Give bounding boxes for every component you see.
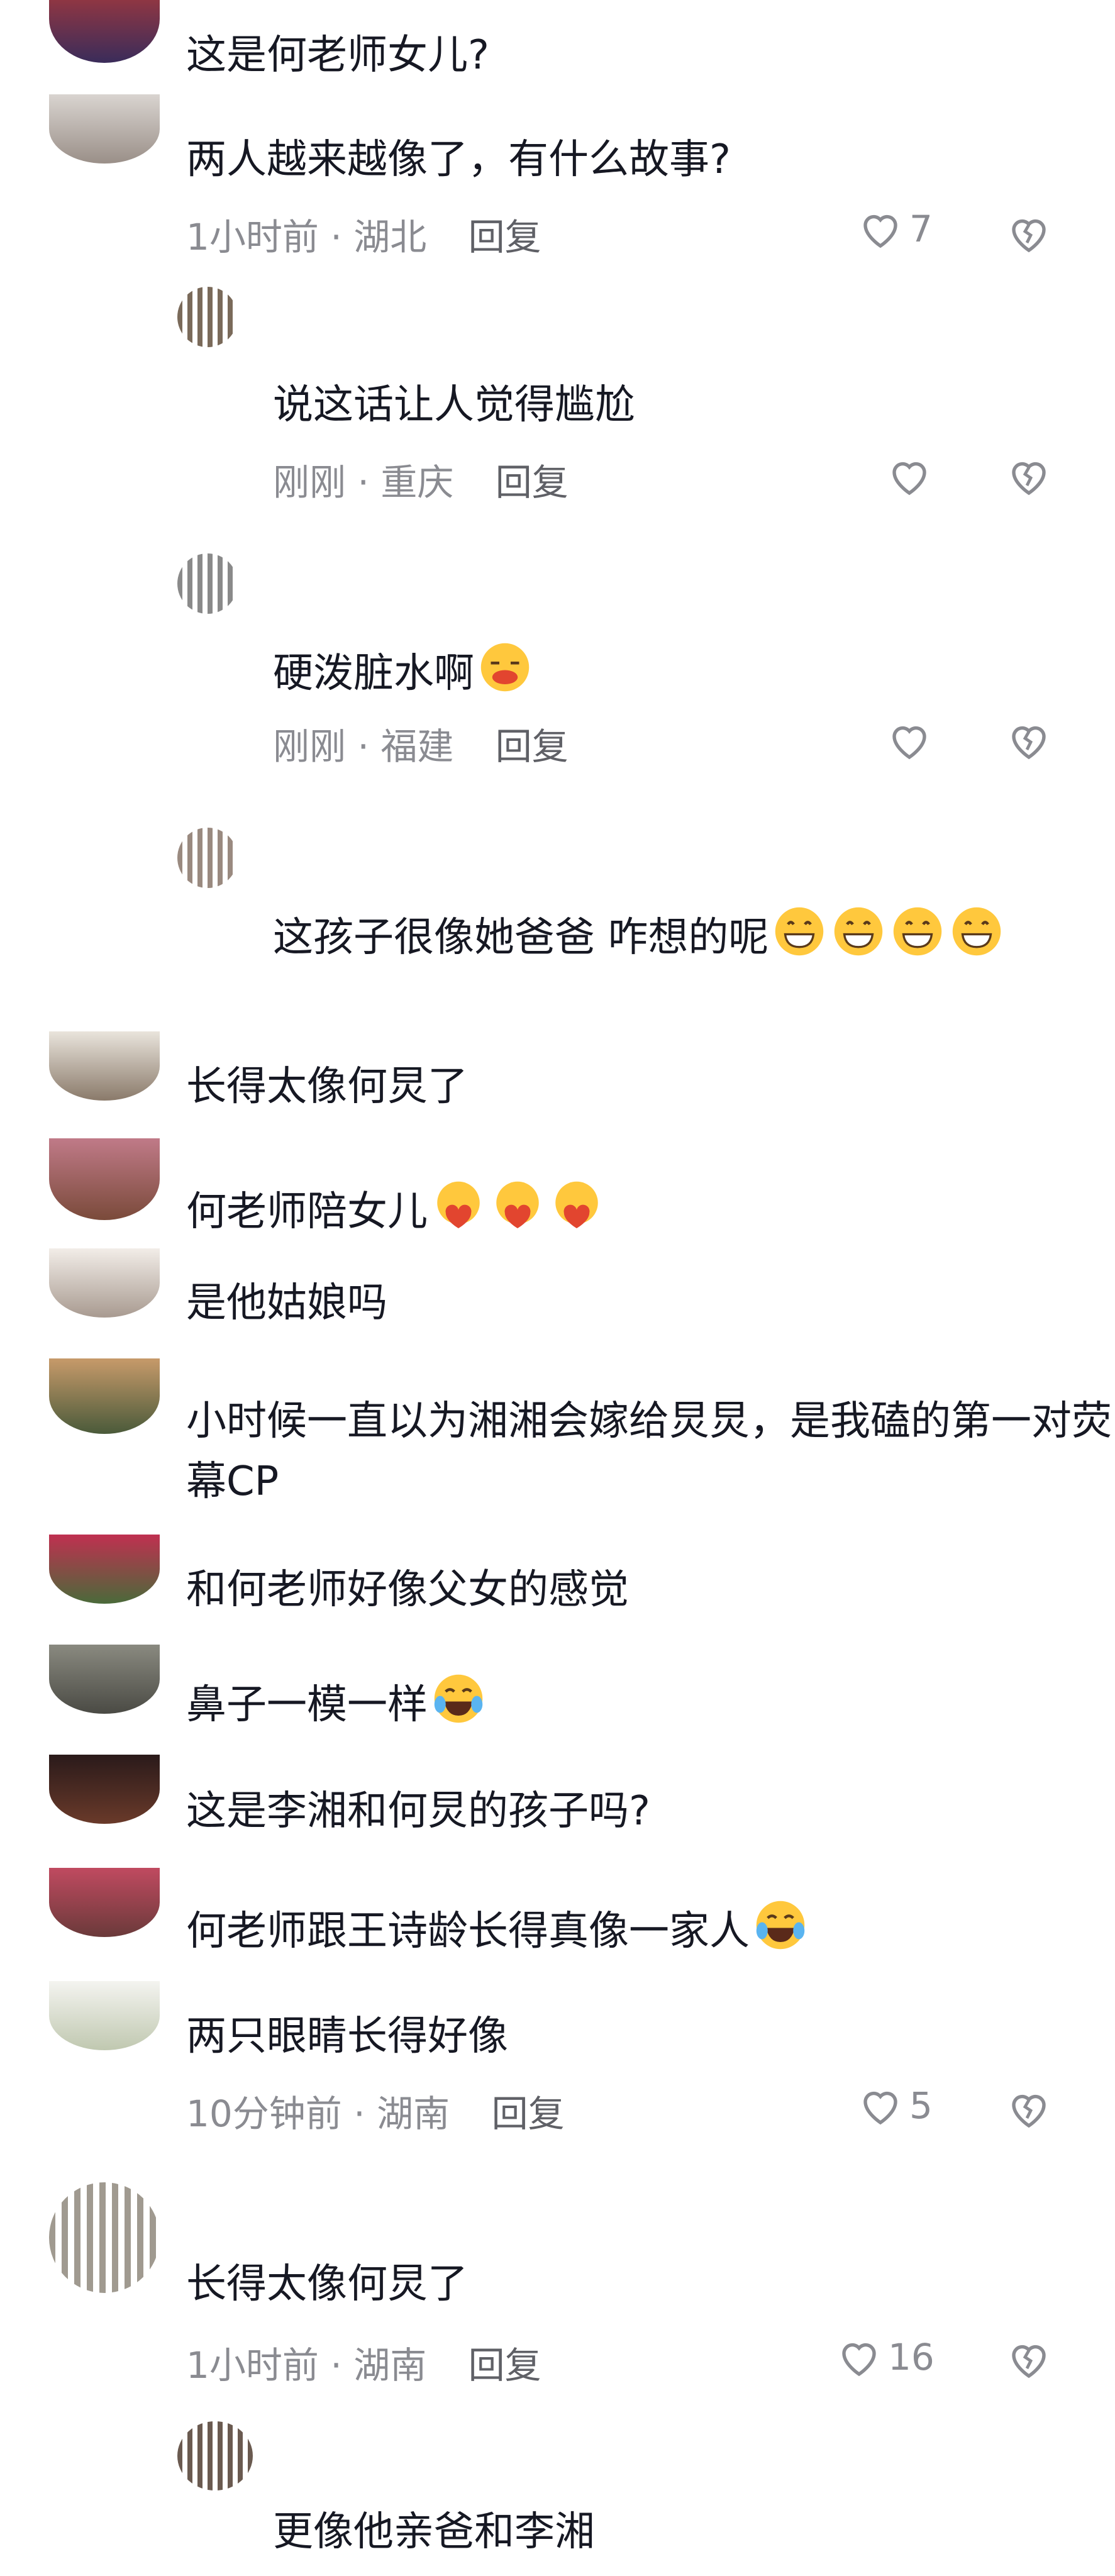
comment-body: 硬泼脏水啊 <box>273 650 474 697</box>
comment-meta: 1小时前 · 湖南 回复 <box>186 2344 541 2387</box>
comment-meta: 刚刚 · 重庆 回复 <box>273 461 569 504</box>
like-button[interactable]: 7 <box>858 208 933 250</box>
avatar[interactable] <box>49 1981 160 2050</box>
heart-outline-icon <box>892 726 926 760</box>
heart-outline-icon <box>863 2091 897 2125</box>
comment-location: 福建 <box>380 725 454 768</box>
avatar[interactable] <box>49 1358 160 1434</box>
comment-meta: 1小时前 · 湖北 回复 <box>186 216 541 258</box>
comment-text: 和何老师好像父女的感觉 <box>186 1567 629 1613</box>
avatar[interactable] <box>49 1031 160 1101</box>
comment-body: 鼻子一模一样 <box>186 1682 428 1728</box>
dislike-button[interactable] <box>1006 455 1051 499</box>
avatar[interactable] <box>49 1248 160 1318</box>
comment-text: 小时候一直以为湘湘会嫁给炅炅，是我磕的第一对荧幕CP <box>186 1398 1112 1505</box>
broken-heart-icon <box>1012 219 1046 253</box>
avatar[interactable] <box>49 1138 160 1220</box>
comment-text: 这是何老师女儿? <box>186 32 489 79</box>
comment-location: 湖南 <box>353 2344 427 2387</box>
grinning-face-emoji-icon <box>953 907 1001 956</box>
reply-button[interactable]: 回复 <box>469 2344 541 2387</box>
like-button[interactable] <box>887 719 932 761</box>
avatar[interactable] <box>177 2421 253 2490</box>
grinning-face-emoji-icon <box>835 907 883 956</box>
broken-heart-icon <box>1012 726 1046 760</box>
like-count: 16 <box>888 2336 935 2379</box>
reply-button[interactable]: 回复 <box>492 2092 565 2135</box>
avatar[interactable] <box>177 553 238 614</box>
dislike-button[interactable] <box>1006 2338 1051 2382</box>
comment-text: 何老师陪女儿 <box>186 1177 605 1242</box>
grinning-face-emoji-icon <box>775 907 824 956</box>
comment-meta: 10分钟前 · 湖南 回复 <box>186 2092 565 2135</box>
comment-time: 刚刚 <box>273 725 347 768</box>
avatar[interactable] <box>49 1868 160 1937</box>
comment-time: 1小时前 <box>186 216 319 258</box>
dislike-button[interactable] <box>1006 213 1051 257</box>
dislike-button[interactable] <box>1006 719 1051 763</box>
comment-time: 1小时前 <box>186 2344 319 2387</box>
avatar[interactable] <box>177 828 238 888</box>
laughing-tears-emoji-icon <box>434 1674 483 1723</box>
broken-heart-icon <box>1012 2094 1046 2128</box>
heart-outline-icon <box>842 2343 876 2377</box>
like-count: 7 <box>909 208 933 250</box>
like-button[interactable] <box>887 455 932 497</box>
reply-button[interactable]: 回复 <box>496 725 569 768</box>
comment-text: 长得太像何炅了 <box>186 2261 468 2307</box>
comment-text: 硬泼脏水啊 <box>273 639 533 704</box>
comment-location: 湖南 <box>377 2092 450 2135</box>
avatar[interactable] <box>177 287 238 347</box>
avatar[interactable] <box>49 94 160 164</box>
like-button[interactable]: 16 <box>836 2336 935 2379</box>
hugging-heart-emoji-icon <box>437 1181 480 1228</box>
broken-heart-icon <box>1012 2345 1046 2379</box>
laughing-tears-emoji-icon <box>756 1901 805 1950</box>
comment-body: 何老师陪女儿 <box>186 1189 428 1235</box>
comment-text: 更像他亲爸和李湘 <box>273 2509 595 2555</box>
comment-text: 鼻子一模一样 <box>186 1670 487 1735</box>
comment-text: 是他姑娘吗 <box>186 1280 387 1326</box>
dislike-button[interactable] <box>1006 2088 1051 2132</box>
comment-text: 何老师跟王诗龄长得真像一家人 <box>186 1897 809 1962</box>
comment-text: 这孩子很像她爸爸 咋想的呢 <box>273 903 1059 968</box>
comment-location: 湖北 <box>353 216 427 258</box>
comment-body: 这孩子很像她爸爸 咋想的呢 <box>273 914 769 961</box>
hugging-heart-emoji-icon <box>555 1181 598 1228</box>
reply-button[interactable]: 回复 <box>469 216 541 258</box>
avatar[interactable] <box>49 0 160 63</box>
comment-time: 10分钟前 <box>186 2092 342 2135</box>
avatar[interactable] <box>49 1645 160 1714</box>
heart-outline-icon <box>892 462 926 496</box>
avatar[interactable] <box>49 1535 160 1604</box>
comment-time: 刚刚 <box>273 461 347 504</box>
avatar[interactable] <box>49 1755 160 1824</box>
like-button[interactable]: 5 <box>858 2084 933 2127</box>
comment-text: 长得太像何炅了 <box>186 1063 468 1110</box>
reply-button[interactable]: 回复 <box>496 461 569 504</box>
grinning-face-emoji-icon <box>894 907 942 956</box>
comment-text: 两人越来越像了，有什么故事? <box>186 136 731 183</box>
avatar[interactable] <box>49 2182 160 2293</box>
comment-text: 两只眼睛长得好像 <box>186 2013 508 2060</box>
heart-outline-icon <box>863 214 897 248</box>
like-count: 5 <box>909 2084 933 2127</box>
comment-meta: 刚刚 · 福建 回复 <box>273 725 569 768</box>
sleepy-face-emoji-icon <box>480 643 530 692</box>
comment-text: 这是李湘和何炅的孩子吗? <box>186 1788 650 1835</box>
hugging-heart-emoji-icon <box>496 1181 539 1228</box>
comment-body: 何老师跟王诗龄长得真像一家人 <box>186 1908 750 1955</box>
comment-text: 说这话让人觉得尴尬 <box>273 382 635 428</box>
broken-heart-icon <box>1012 462 1046 496</box>
comment-location: 重庆 <box>380 461 454 504</box>
